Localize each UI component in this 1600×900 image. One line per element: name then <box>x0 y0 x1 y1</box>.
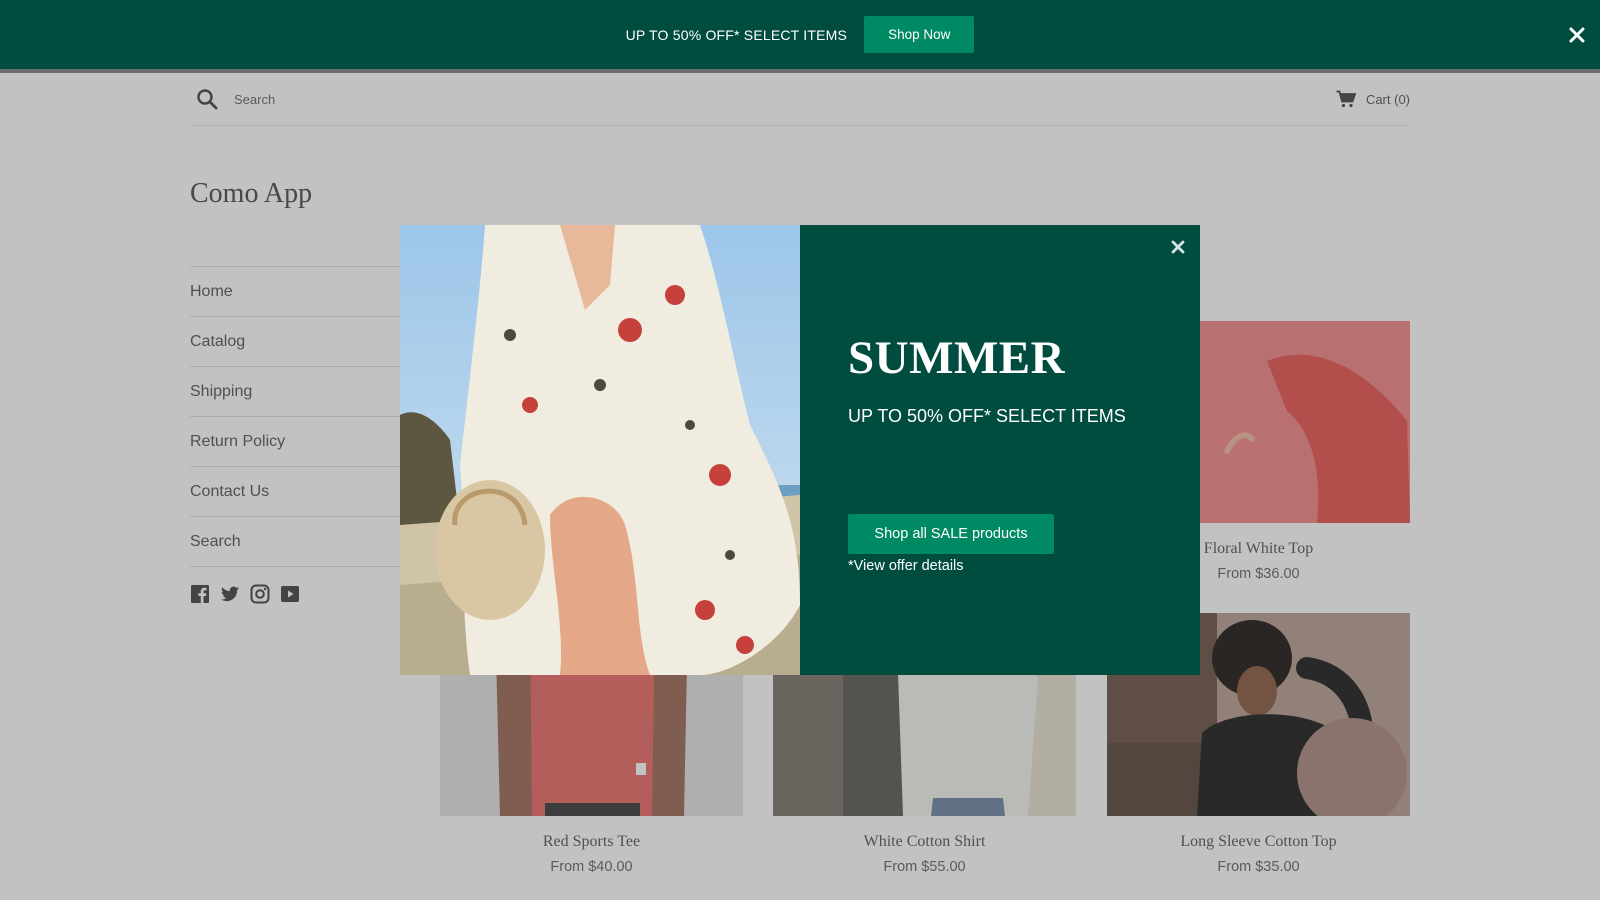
promo-panel: SUMMER UP TO 50% OFF* SELECT ITEMS Shop … <box>800 225 1200 675</box>
promo-subtitle: UP TO 50% OFF* SELECT ITEMS <box>848 406 1126 426</box>
promo-image <box>400 225 800 675</box>
promo-popup: SUMMER UP TO 50% OFF* SELECT ITEMS Shop … <box>400 225 1200 675</box>
announcement-text: UP TO 50% OFF* SELECT ITEMS <box>625 26 848 43</box>
shop-sale-button[interactable]: Shop all SALE products <box>848 514 1054 554</box>
close-icon[interactable] <box>1170 239 1186 255</box>
announcement-bar: UP TO 50% OFF* SELECT ITEMS Shop Now <box>0 0 1600 69</box>
offer-details-link[interactable]: *View offer details <box>848 558 964 574</box>
promo-title: SUMMER <box>848 332 1066 384</box>
shop-now-button[interactable]: Shop Now <box>864 16 975 53</box>
close-icon[interactable] <box>1568 26 1586 44</box>
